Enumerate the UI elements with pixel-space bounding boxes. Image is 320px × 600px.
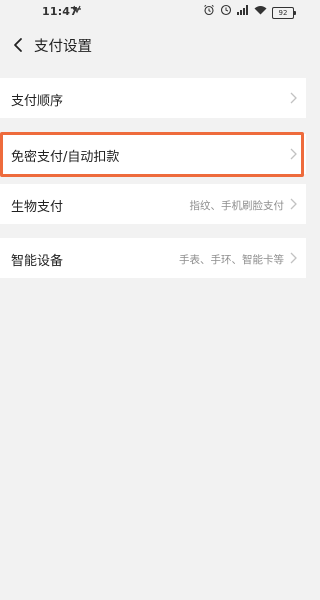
list-item-payment-order[interactable]: 支付顺序 [0, 78, 306, 118]
chevron-right-icon [290, 252, 297, 264]
status-icons: 92 [203, 4, 296, 21]
notification-icon [72, 4, 82, 17]
chevron-right-icon [290, 92, 297, 104]
wifi-icon [254, 5, 267, 20]
item-label: 生物支付 [11, 200, 64, 215]
item-subtext: 手表、手环、智能卡等 [179, 254, 284, 266]
header: 支付设置 [0, 24, 306, 68]
item-label: 支付顺序 [11, 94, 64, 109]
page-title: 支付设置 [34, 39, 92, 55]
chevron-right-icon [290, 198, 297, 210]
chevron-right-icon [290, 148, 297, 160]
list-item-biometric-payment[interactable]: 生物支付 指纹、手机刷脸支付 [0, 184, 306, 224]
list-item-password-free-payment[interactable]: 免密支付/自动扣款 [0, 134, 306, 174]
item-label: 智能设备 [11, 254, 64, 269]
signal-icon [237, 5, 249, 20]
list-item-smart-devices[interactable]: 智能设备 手表、手环、智能卡等 [0, 238, 306, 278]
item-label: 免密支付/自动扣款 [11, 150, 120, 165]
alarm-icon [203, 4, 215, 21]
back-arrow-icon[interactable] [10, 36, 28, 54]
battery-icon: 92 [272, 6, 296, 19]
item-subtext: 指纹、手机刷脸支付 [189, 200, 285, 212]
clock-icon [220, 4, 232, 21]
status-bar: 11:47 92 [0, 0, 306, 24]
